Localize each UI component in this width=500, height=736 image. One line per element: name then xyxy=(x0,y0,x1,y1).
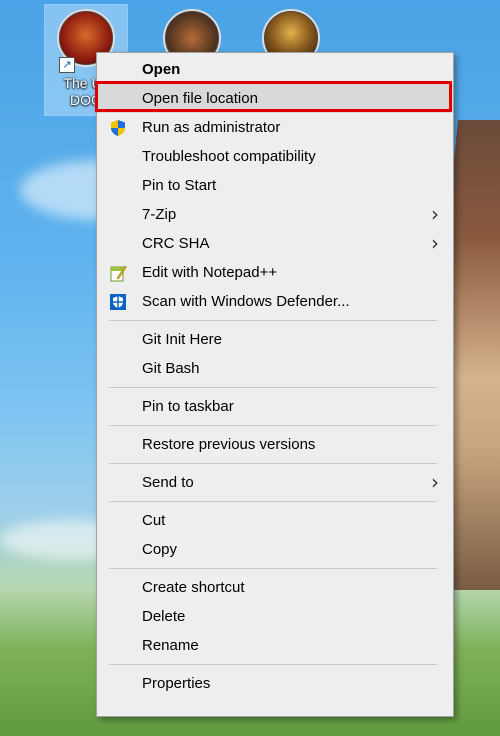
menu-item-git-init-here[interactable]: Git Init Here xyxy=(97,325,453,354)
menu-separator xyxy=(109,463,437,464)
shortcut-arrow-icon: ↗ xyxy=(59,57,75,73)
menu-separator xyxy=(109,387,437,388)
menu-item-troubleshoot-compatibility[interactable]: Troubleshoot compatibility xyxy=(97,142,453,171)
menu-item-label: Troubleshoot compatibility xyxy=(142,148,316,165)
menu-separator xyxy=(109,568,437,569)
uac-shield-icon xyxy=(111,120,125,136)
menu-item-label: Run as administrator xyxy=(142,119,281,136)
menu-separator xyxy=(109,501,437,502)
menu-item-label: Restore previous versions xyxy=(142,436,316,453)
notepad-plus-plus-icon xyxy=(110,265,127,282)
menu-item-label: Git Init Here xyxy=(142,331,223,348)
menu-item-label: Scan with Windows Defender... xyxy=(142,293,350,310)
menu-item-cut[interactable]: Cut xyxy=(97,506,453,535)
menu-item-properties[interactable]: Properties xyxy=(97,669,453,698)
menu-item-label: Pin to Start xyxy=(142,177,217,194)
chevron-right-icon: › xyxy=(431,231,439,255)
context-menu: Open Open file location Run as administr… xyxy=(95,52,454,717)
menu-separator xyxy=(109,425,437,426)
menu-item-crc-sha[interactable]: CRC SHA › xyxy=(97,229,453,258)
menu-item-label: Rename xyxy=(142,637,199,654)
menu-item-label: Cut xyxy=(142,512,166,529)
menu-item-copy[interactable]: Copy xyxy=(97,535,453,564)
menu-item-label: Send to xyxy=(142,474,194,491)
menu-item-label: 7-Zip xyxy=(142,206,177,223)
menu-item-label: Delete xyxy=(142,608,186,625)
menu-item-rename[interactable]: Rename xyxy=(97,631,453,660)
chevron-right-icon: › xyxy=(431,470,439,494)
menu-item-label: Open file location xyxy=(142,90,258,107)
menu-item-label: Git Bash xyxy=(142,360,200,377)
menu-item-label: Open xyxy=(142,61,181,78)
menu-item-git-bash[interactable]: Git Bash xyxy=(97,354,453,383)
menu-item-send-to[interactable]: Send to › xyxy=(97,468,453,497)
menu-item-label: Properties xyxy=(142,675,211,692)
menu-item-label: Create shortcut xyxy=(142,579,245,596)
menu-item-scan-with-windows-defender[interactable]: Scan with Windows Defender... xyxy=(97,287,453,316)
menu-item-restore-previous-versions[interactable]: Restore previous versions xyxy=(97,430,453,459)
menu-separator xyxy=(109,664,437,665)
menu-item-delete[interactable]: Delete xyxy=(97,602,453,631)
menu-item-open[interactable]: Open xyxy=(97,55,453,84)
menu-item-label: Pin to taskbar xyxy=(142,398,234,415)
menu-item-open-file-location[interactable]: Open file location xyxy=(95,81,453,113)
menu-separator xyxy=(109,320,437,321)
menu-item-edit-with-notepad-plus-plus[interactable]: Edit with Notepad++ xyxy=(97,258,453,287)
menu-item-label: Copy xyxy=(142,541,178,558)
menu-item-pin-to-start[interactable]: Pin to Start xyxy=(97,171,453,200)
chevron-right-icon: › xyxy=(431,202,439,226)
menu-item-label: Edit with Notepad++ xyxy=(142,264,278,281)
menu-item-7zip[interactable]: 7-Zip › xyxy=(97,200,453,229)
menu-item-pin-to-taskbar[interactable]: Pin to taskbar xyxy=(97,392,453,421)
menu-item-run-as-administrator[interactable]: Run as administrator xyxy=(97,113,453,142)
windows-defender-icon xyxy=(110,294,126,310)
menu-item-label: CRC SHA xyxy=(142,235,210,252)
menu-item-create-shortcut[interactable]: Create shortcut xyxy=(97,573,453,602)
